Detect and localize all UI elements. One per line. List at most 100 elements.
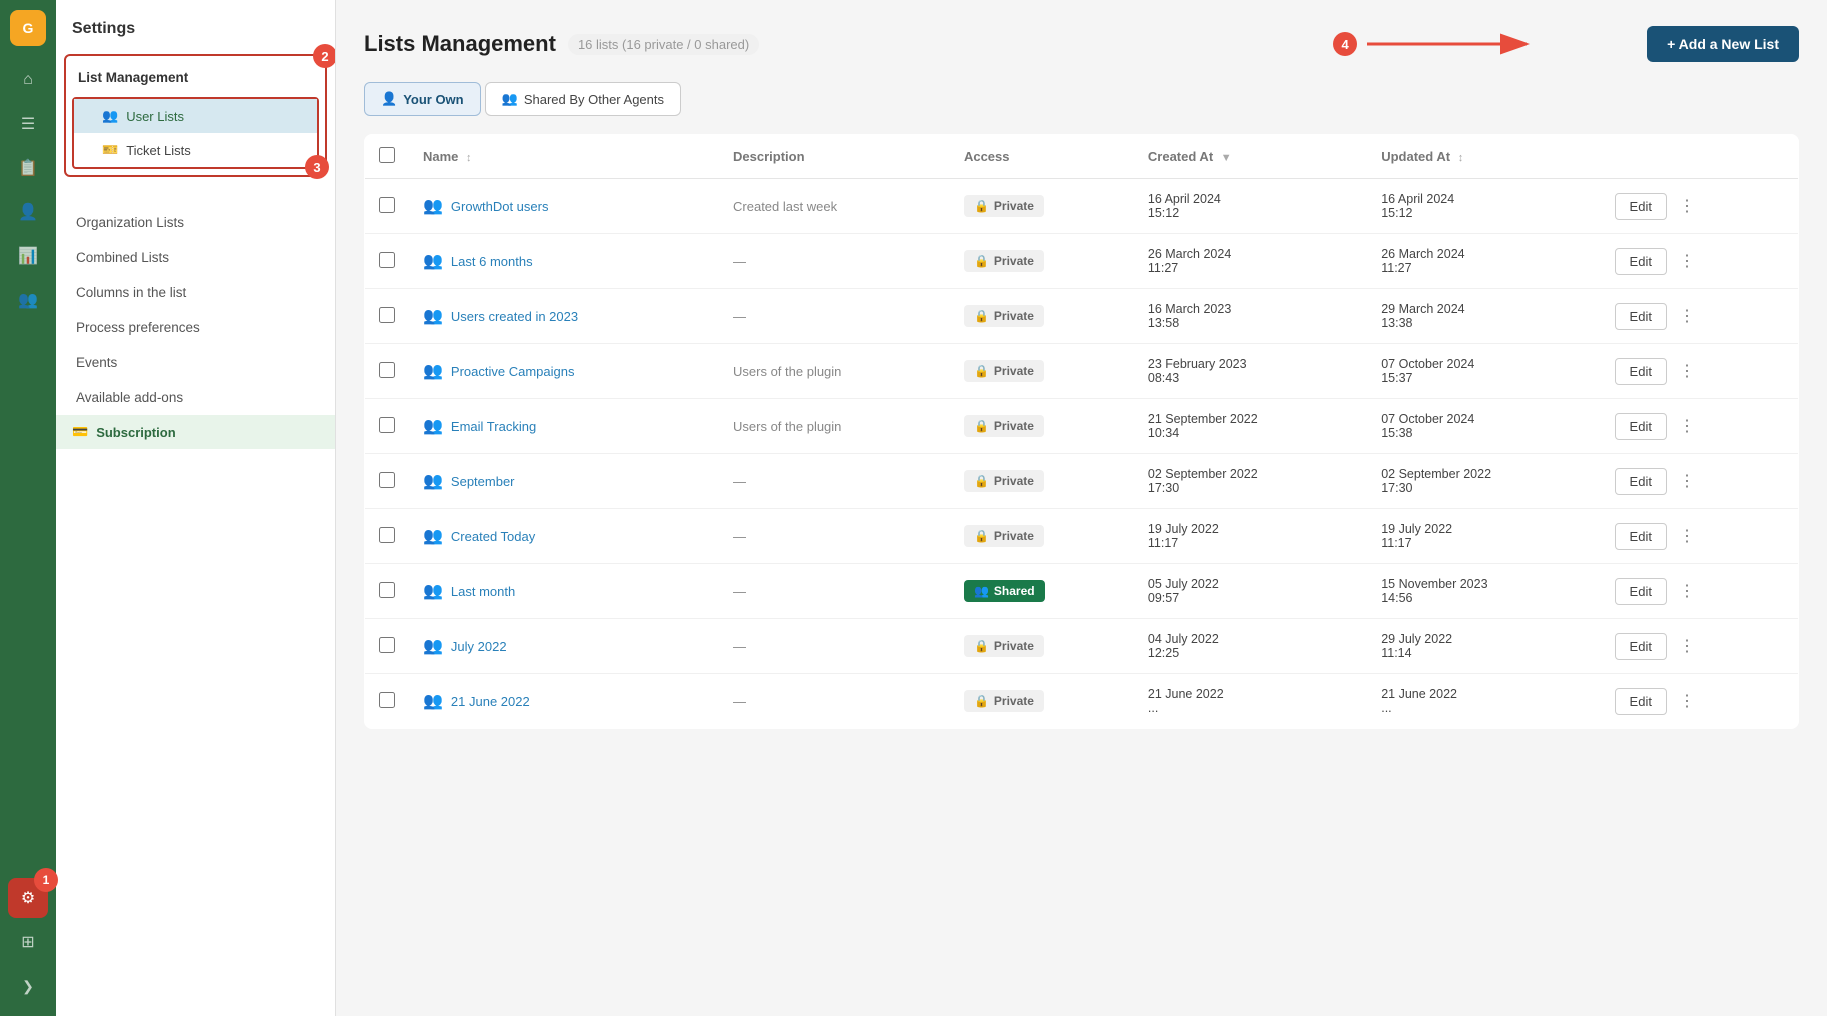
- sidebar-item-columns[interactable]: Columns in the list: [56, 275, 335, 310]
- list-users-icon: 👥: [423, 416, 443, 436]
- edit-button-3[interactable]: Edit: [1615, 358, 1667, 385]
- nav-inbox-btn[interactable]: 📋: [8, 148, 48, 188]
- row-checkbox-4[interactable]: [379, 417, 395, 433]
- row-checkbox-7[interactable]: [379, 582, 395, 598]
- row-access-cell: 🔒 Private: [950, 289, 1134, 344]
- row-action-cell: Edit ⋮: [1601, 674, 1799, 729]
- row-description-cell: —: [719, 234, 950, 289]
- row-access-cell: 🔒 Private: [950, 619, 1134, 674]
- tab-your-own-label: Your Own: [403, 92, 463, 107]
- list-name[interactable]: GrowthDot users: [451, 199, 549, 214]
- row-updated-cell: 02 September 2022 17:30: [1367, 454, 1600, 509]
- row-updated-cell: 29 July 2022 11:14: [1367, 619, 1600, 674]
- row-description-cell: Created last week: [719, 179, 950, 234]
- more-button-2[interactable]: ⋮: [1671, 301, 1703, 331]
- more-button-6[interactable]: ⋮: [1671, 521, 1703, 551]
- annotation-3: 3: [305, 155, 329, 179]
- row-checkbox-0[interactable]: [379, 197, 395, 213]
- more-button-5[interactable]: ⋮: [1671, 466, 1703, 496]
- row-checkbox-9[interactable]: [379, 692, 395, 708]
- list-name[interactable]: Users created in 2023: [451, 309, 578, 324]
- row-checkbox-cell: [365, 509, 410, 564]
- nav-grid-btn[interactable]: ⊞: [8, 922, 48, 962]
- tabs: 👤 Your Own 👥 Shared By Other Agents: [364, 82, 1799, 116]
- more-button-0[interactable]: ⋮: [1671, 191, 1703, 221]
- tab-your-own[interactable]: 👤 Your Own: [364, 82, 481, 116]
- sidebar-item-addons[interactable]: Available add-ons: [56, 380, 335, 415]
- lock-icon: 🔒: [974, 309, 989, 323]
- sidebar-item-org-lists[interactable]: Organization Lists: [56, 205, 335, 240]
- more-button-1[interactable]: ⋮: [1671, 246, 1703, 276]
- nav-home-btn[interactable]: ⌂: [8, 60, 48, 100]
- more-button-9[interactable]: ⋮: [1671, 686, 1703, 716]
- list-name[interactable]: Last month: [451, 584, 515, 599]
- edit-button-5[interactable]: Edit: [1615, 468, 1667, 495]
- list-name[interactable]: Email Tracking: [451, 419, 536, 434]
- nav-expand-btn[interactable]: ❯: [8, 966, 48, 1006]
- row-name-cell: 👥 Last month: [409, 564, 719, 619]
- nav-menu-btn[interactable]: ☰: [8, 104, 48, 144]
- edit-button-0[interactable]: Edit: [1615, 193, 1667, 220]
- list-name[interactable]: Created Today: [451, 529, 535, 544]
- select-all-checkbox[interactable]: [379, 147, 395, 163]
- more-button-4[interactable]: ⋮: [1671, 411, 1703, 441]
- list-name[interactable]: September: [451, 474, 515, 489]
- list-users-icon: 👥: [423, 196, 443, 216]
- list-users-icon: 👥: [423, 581, 443, 601]
- row-checkbox-cell: [365, 234, 410, 289]
- row-checkbox-3[interactable]: [379, 362, 395, 378]
- row-updated-cell: 21 June 2022 ...: [1367, 674, 1600, 729]
- col-created-at[interactable]: Created At ▼: [1134, 135, 1367, 179]
- more-button-7[interactable]: ⋮: [1671, 576, 1703, 606]
- row-checkbox-2[interactable]: [379, 307, 395, 323]
- edit-button-7[interactable]: Edit: [1615, 578, 1667, 605]
- sidebar-item-ticket-lists[interactable]: 🎫 Ticket Lists: [74, 133, 317, 167]
- col-name[interactable]: Name ↕: [409, 135, 719, 179]
- edit-button-2[interactable]: Edit: [1615, 303, 1667, 330]
- row-checkbox-5[interactable]: [379, 472, 395, 488]
- list-name[interactable]: Proactive Campaigns: [451, 364, 575, 379]
- row-description-cell: —: [719, 674, 950, 729]
- lock-icon: 🔒: [974, 474, 989, 488]
- row-checkbox-1[interactable]: [379, 252, 395, 268]
- list-name[interactable]: 21 June 2022: [451, 694, 530, 709]
- edit-button-9[interactable]: Edit: [1615, 688, 1667, 715]
- row-name-cell: 👥 GrowthDot users: [409, 179, 719, 234]
- sidebar-item-user-lists[interactable]: 👥 User Lists: [74, 99, 317, 133]
- sidebar-item-process-prefs[interactable]: Process preferences: [56, 310, 335, 345]
- nav-contacts-btn[interactable]: 👤: [8, 192, 48, 232]
- col-updated-at[interactable]: Updated At ↕: [1367, 135, 1600, 179]
- nav-settings-btn[interactable]: ⚙ 1: [8, 878, 48, 918]
- row-checkbox-6[interactable]: [379, 527, 395, 543]
- table-row: 👥 Email Tracking Users of the plugin 🔒 P…: [365, 399, 1799, 454]
- sidebar-item-subscription[interactable]: 💳 Subscription: [56, 415, 335, 449]
- nav-chart-btn[interactable]: 📊: [8, 236, 48, 276]
- more-button-3[interactable]: ⋮: [1671, 356, 1703, 386]
- sidebar-item-combined-lists[interactable]: Combined Lists: [56, 240, 335, 275]
- more-button-8[interactable]: ⋮: [1671, 631, 1703, 661]
- page-header: Lists Management 16 lists (16 private / …: [364, 24, 1799, 64]
- list-name[interactable]: Last 6 months: [451, 254, 533, 269]
- add-list-button[interactable]: + Add a New List: [1647, 26, 1799, 62]
- annotation-arrow: [1367, 24, 1567, 64]
- sidebar-item-events[interactable]: Events: [56, 345, 335, 380]
- table-row: 👥 Last 6 months — 🔒 Private 26 March 202…: [365, 234, 1799, 289]
- edit-button-4[interactable]: Edit: [1615, 413, 1667, 440]
- row-checkbox-cell: [365, 399, 410, 454]
- edit-button-6[interactable]: Edit: [1615, 523, 1667, 550]
- nav-people-btn[interactable]: 👥: [8, 280, 48, 320]
- col-actions: [1601, 135, 1799, 179]
- list-name[interactable]: July 2022: [451, 639, 507, 654]
- row-checkbox-8[interactable]: [379, 637, 395, 653]
- user-lists-icon: 👥: [102, 108, 118, 124]
- lock-icon: 🔒: [974, 419, 989, 433]
- edit-button-8[interactable]: Edit: [1615, 633, 1667, 660]
- lists-table: Name ↕ Description Access Created At ▼ U…: [364, 134, 1799, 729]
- table-row: 👥 GrowthDot users Created last week 🔒 Pr…: [365, 179, 1799, 234]
- edit-button-1[interactable]: Edit: [1615, 248, 1667, 275]
- main-content: Lists Management 16 lists (16 private / …: [336, 0, 1827, 1016]
- sidebar-list-management[interactable]: List Management: [66, 60, 325, 95]
- tab-shared-label: Shared By Other Agents: [524, 92, 664, 107]
- tab-shared-by-others[interactable]: 👥 Shared By Other Agents: [485, 82, 681, 116]
- created-sort-icon: ▼: [1221, 152, 1232, 164]
